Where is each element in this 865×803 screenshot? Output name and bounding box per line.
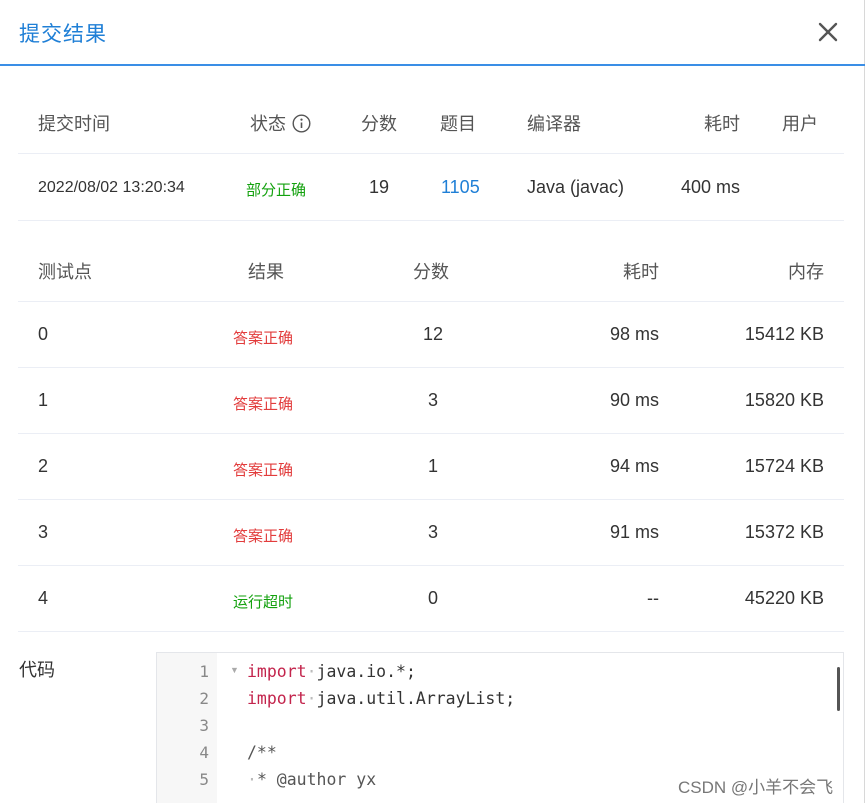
testcase-header-duration: 耗时 — [623, 262, 659, 282]
testcase-score: 1 — [427, 456, 438, 476]
submission-score: 19 — [369, 177, 390, 197]
line-number: 3 — [199, 716, 209, 735]
testcase-row: 4 运行超时 0 -- 45220 KB — [18, 566, 844, 632]
testcase-row: 1 答案正确 3 90 ms 15820 KB — [18, 368, 844, 434]
line-number: 5 — [199, 770, 209, 789]
code-keyword: import — [247, 662, 307, 681]
testcase-row: 3 答案正确 3 91 ms 15372 KB — [18, 500, 844, 566]
testcase-duration: 98 ms — [609, 324, 659, 344]
line-number: 4 — [199, 743, 209, 762]
testcase-score: 12 — [422, 324, 444, 344]
testcase-score: 0 — [427, 588, 438, 608]
watermark: CSDN @小羊不会飞 — [678, 778, 834, 797]
code-label: 代码 — [19, 660, 55, 680]
info-icon[interactable] — [292, 114, 311, 138]
testcase-row: 2 答案正确 1 94 ms 15724 KB — [18, 434, 844, 500]
testcase-memory: 45220 KB — [744, 588, 824, 608]
problem-link[interactable]: 1105 — [441, 177, 480, 198]
summary-header-status-label: 状态 — [250, 114, 286, 134]
testcase-result: 答案正确 — [233, 462, 294, 479]
testcase-memory: 15820 KB — [744, 390, 824, 410]
close-icon[interactable] — [814, 16, 842, 46]
testcase-id: 4 — [38, 588, 49, 608]
testcase-id: 3 — [38, 522, 49, 542]
code-line: import·java.util.ArrayList; — [247, 689, 516, 708]
code-text: java.io.*; — [316, 662, 416, 681]
summary-row: 2022/08/02 13:20:34 部分正确 19 1105 Java (j… — [18, 154, 844, 221]
testcase-header-id: 测试点 — [38, 262, 92, 282]
testcase-row: 0 答案正确 12 98 ms 15412 KB — [18, 302, 844, 368]
testcase-memory: 15412 KB — [744, 324, 824, 344]
testcase-duration: -- — [647, 588, 659, 608]
testcase-header-result: 结果 — [248, 262, 284, 282]
line-number: 2 — [199, 689, 209, 708]
testcase-id: 0 — [38, 324, 49, 344]
line-number: 1 — [199, 662, 209, 681]
dialog-header: 提交结果 — [0, 0, 865, 66]
testcase-result: 运行超时 — [233, 594, 294, 611]
code-text: * @author yx — [256, 770, 377, 789]
submission-status: 部分正确 — [246, 182, 307, 199]
testcase-result: 答案正确 — [233, 330, 294, 347]
testcase-header-memory: 内存 — [788, 262, 824, 282]
total-duration: 400 ms — [681, 177, 741, 197]
testcase-result: 答案正确 — [233, 396, 294, 413]
testcase-memory: 15724 KB — [744, 456, 824, 476]
testcase-score: 3 — [427, 522, 438, 542]
submission-result-dialog: 提交结果 提交时间 状态 分数 题目 编译器 耗时 用户 2022/08/02 … — [0, 0, 865, 803]
summary-header-user: 用户 — [782, 114, 818, 134]
testcase-duration: 91 ms — [609, 522, 659, 542]
testcase-result: 答案正确 — [233, 528, 294, 545]
summary-header-row: 提交时间 状态 分数 题目 编译器 耗时 用户 — [18, 87, 844, 154]
testcase-duration: 90 ms — [609, 390, 659, 410]
testcase-id: 1 — [38, 390, 49, 410]
testcase-score: 3 — [427, 390, 438, 410]
code-line: import·java.io.*; — [247, 662, 416, 681]
code-scrollbar[interactable] — [837, 667, 840, 711]
summary-header-problem: 题目 — [440, 114, 476, 134]
summary-header-score: 分数 — [361, 114, 397, 134]
testcase-header-row: 测试点 结果 分数 耗时 内存 — [18, 235, 844, 302]
summary-header-compiler: 编译器 — [527, 114, 581, 134]
summary-header-duration: 耗时 — [704, 114, 740, 134]
code-line: /** — [247, 743, 277, 762]
code-text: /** — [247, 743, 277, 762]
compiler: Java (javac) — [527, 177, 625, 197]
submit-time: 2022/08/02 13:20:34 — [38, 179, 185, 196]
testcase-duration: 94 ms — [609, 456, 659, 476]
code-keyword: import — [247, 689, 307, 708]
fold-arrow-icon[interactable]: ▼ — [230, 665, 239, 675]
code-text: java.util.ArrayList; — [316, 689, 516, 708]
code-line: ·* @author yx — [247, 770, 377, 789]
summary-header-time: 提交时间 — [38, 114, 110, 134]
testcase-id: 2 — [38, 456, 49, 476]
dialog-title: 提交结果 — [19, 23, 107, 46]
testcase-memory: 15372 KB — [744, 522, 824, 542]
summary-header-status: 状态 — [250, 110, 311, 138]
testcase-header-score: 分数 — [413, 262, 449, 282]
